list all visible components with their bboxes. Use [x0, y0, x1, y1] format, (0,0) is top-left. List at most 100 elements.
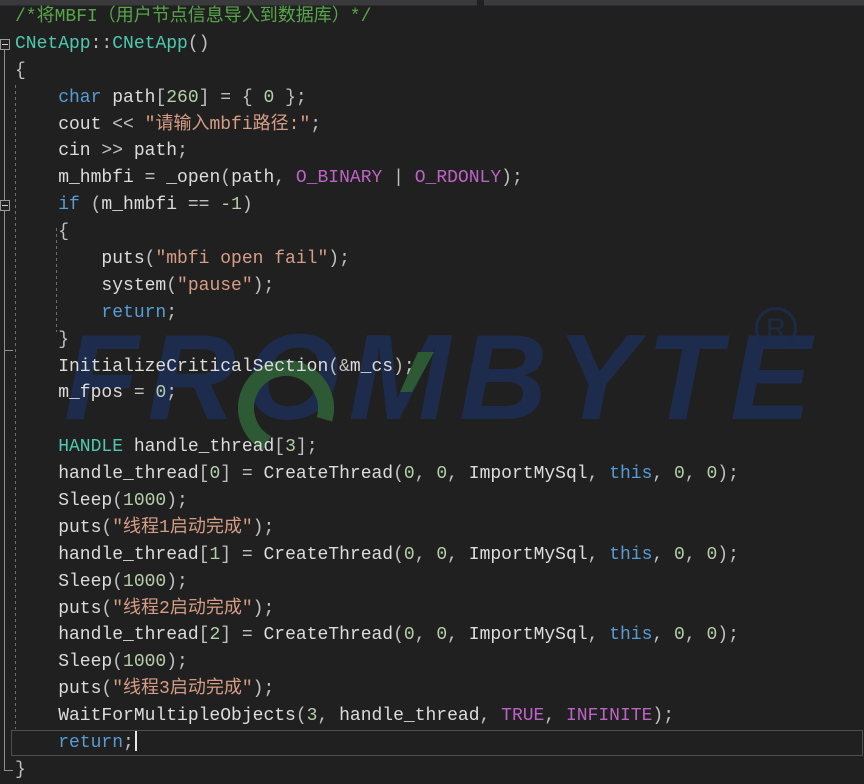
code-line[interactable]: puts("线程3启动完成"); — [0, 676, 864, 703]
code-token-op: , — [447, 625, 469, 646]
code-token-op: ); — [252, 679, 275, 700]
code-token-num: 0 — [436, 544, 448, 565]
code-token-op: ); — [328, 249, 350, 270]
code-token-id: ImportMySql — [468, 464, 588, 485]
code-line[interactable]: puts("线程1启动完成"); — [0, 515, 864, 542]
code-token-op: , — [414, 625, 437, 646]
code-token-op: ( — [101, 598, 113, 619]
code-token-num: 0 — [209, 464, 221, 485]
code-token-num: 0 — [706, 464, 718, 485]
code-token-type: CNetApp — [112, 33, 188, 54]
code-token-num: 2 — [209, 625, 221, 646]
code-token-id: puts — [15, 249, 145, 270]
code-token-num: 0 — [706, 625, 718, 646]
text-cursor — [134, 730, 137, 751]
code-token-op: , — [587, 625, 610, 646]
code-token-id: CreateThread — [263, 464, 394, 485]
code-line[interactable]: return; — [0, 300, 864, 327]
code-line[interactable]: Sleep(1000); — [0, 569, 864, 596]
code-line[interactable]: m_fpos = 0; — [0, 380, 864, 407]
code-token-op: ; — [166, 383, 178, 404]
code-token-op: ] = — [220, 625, 264, 646]
code-token-op: , — [587, 464, 610, 485]
code-line[interactable]: puts("mbfi open fail"); — [0, 246, 864, 273]
code-token-op: ( — [79, 195, 102, 216]
code-token-op: ] = — [220, 464, 264, 485]
code-token-id: system — [15, 275, 167, 296]
code-line[interactable]: m_hmbfi = _open(path, O_BINARY | O_RDONL… — [0, 165, 864, 192]
code-token-op: [ — [155, 87, 167, 108]
code-line[interactable]: CNetApp::CNetApp() — [0, 31, 864, 58]
code-line[interactable] — [0, 407, 864, 434]
code-token-op: , — [652, 544, 675, 565]
code-token-id: Sleep — [15, 652, 113, 673]
code-token-op: ( — [220, 168, 232, 189]
code-token-op: ( — [112, 571, 124, 592]
code-token-op: ] = { — [198, 87, 264, 108]
code-line[interactable]: { — [0, 219, 864, 246]
code-token-id: CreateThread — [263, 625, 394, 646]
code-line[interactable]: WaitForMultipleObjects(3, handle_thread,… — [0, 703, 864, 730]
code-token-num: 0 — [436, 625, 448, 646]
code-line[interactable]: cout << "请输入mbfi路径:"; — [0, 112, 864, 139]
code-line[interactable]: { — [0, 58, 864, 85]
code-line[interactable]: } — [0, 327, 864, 354]
code-token-type: HANDLE — [15, 437, 124, 458]
code-token-id: m_fpos — [15, 383, 124, 404]
code-token-num: 3 — [285, 437, 296, 458]
code-line[interactable]: handle_thread[2] = CreateThread(0, 0, Im… — [0, 622, 864, 649]
code-token-id: path — [133, 141, 178, 162]
code-token-num: 260 — [166, 87, 199, 108]
code-token-macro: TRUE — [501, 706, 545, 727]
code-token-op: ); — [252, 517, 275, 538]
code-token-op: ( — [101, 517, 113, 538]
code-line[interactable]: InitializeCriticalSection(&m_cs); — [0, 354, 864, 381]
code-line[interactable]: /*将MBFI（用户节点信息导入到数据库）*/ — [0, 4, 864, 31]
code-token-num: 0 — [155, 383, 167, 404]
code-token-op: ); — [717, 625, 739, 646]
code-token-op: ( — [393, 625, 404, 646]
code-token-id: m_hmbfi — [101, 195, 178, 216]
code-token-op: ); — [717, 544, 739, 565]
code-token-op: ( — [112, 652, 124, 673]
code-token-op: , — [544, 706, 566, 727]
code-token-id: CreateThread — [263, 544, 394, 565]
code-text-area[interactable]: /*将MBFI（用户节点信息导入到数据库）*/CNetApp::CNetApp(… — [0, 4, 864, 784]
code-line[interactable]: HANDLE handle_thread[3]; — [0, 434, 864, 461]
code-line[interactable]: Sleep(1000); — [0, 649, 864, 676]
code-line[interactable]: char path[260] = { 0 }; — [0, 85, 864, 112]
code-token-kw: this — [609, 544, 653, 565]
code-token-op: ( — [393, 464, 404, 485]
code-line[interactable]: handle_thread[1] = CreateThread(0, 0, Im… — [0, 542, 864, 569]
code-line[interactable]: cin >> path; — [0, 138, 864, 165]
code-token-op: ; — [310, 114, 322, 135]
code-line[interactable]: } — [0, 757, 864, 784]
code-token-op: }; — [274, 87, 307, 108]
code-token-str: "请输入mbfi路径:" — [144, 114, 311, 135]
code-token-num: 0 — [263, 87, 275, 108]
code-token-comment: /*将MBFI（用户节点信息导入到数据库）*/ — [15, 7, 372, 27]
code-line[interactable]: puts("线程2启动完成"); — [0, 596, 864, 623]
code-token-op: [ — [274, 437, 286, 458]
code-token-op: ) — [241, 195, 253, 216]
code-token-op: ( — [101, 679, 113, 700]
code-line[interactable]: Sleep(1000); — [0, 488, 864, 515]
code-token-op: , — [652, 625, 675, 646]
code-token-id: ImportMySql — [468, 544, 588, 565]
code-token-id: cout — [15, 114, 102, 135]
code-token-op: [ — [198, 625, 210, 646]
code-token-num: 1000 — [123, 652, 167, 673]
code-token-num: 1000 — [123, 571, 167, 592]
code-line[interactable]: return; — [0, 730, 864, 757]
code-token-op: , — [684, 544, 707, 565]
code-line[interactable]: system("pause"); — [0, 273, 864, 300]
code-token-op: = — [123, 383, 156, 404]
code-token-op: { — [15, 222, 70, 243]
code-line[interactable]: if (m_hmbfi == -1) — [0, 192, 864, 219]
code-token-num: 1 — [209, 544, 221, 565]
code-token-op: , — [447, 464, 469, 485]
code-line[interactable]: handle_thread[0] = CreateThread(0, 0, Im… — [0, 461, 864, 488]
code-token-op: , — [317, 706, 340, 727]
code-token-id: handle_thread — [123, 437, 275, 458]
code-token-op: << — [101, 114, 145, 135]
